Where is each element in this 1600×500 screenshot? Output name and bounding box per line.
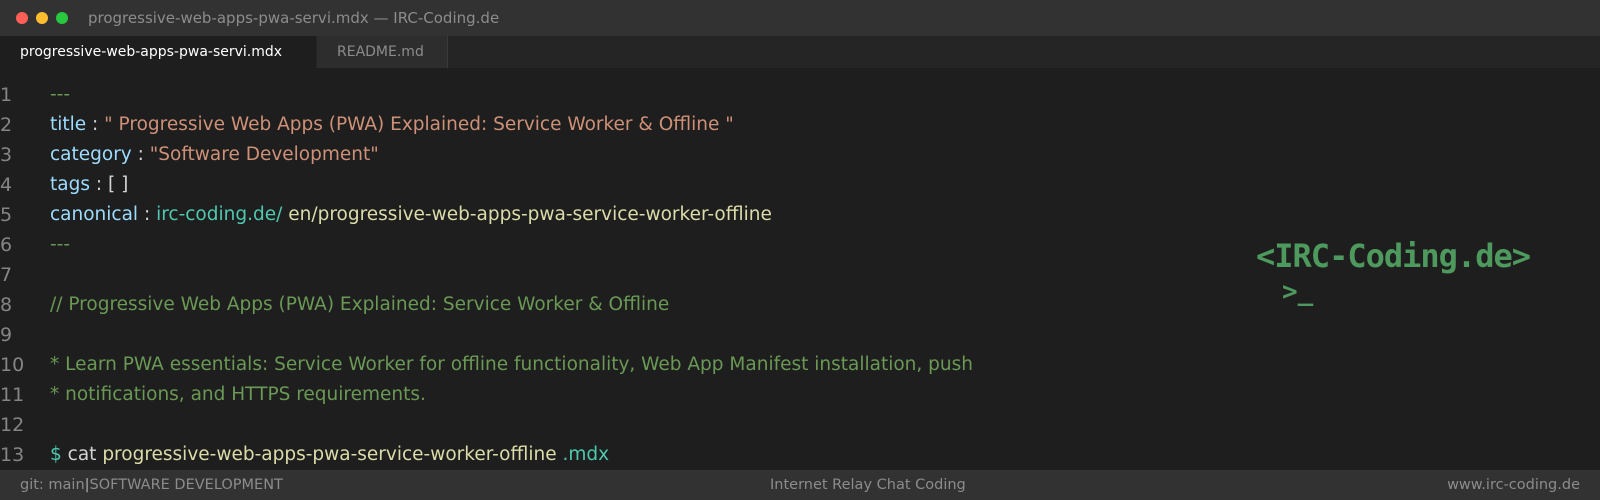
line-number: 9 <box>0 324 13 346</box>
code-comment: // Progressive Web Apps (PWA) Explained:… <box>50 294 670 315</box>
frontmatter-value: " Progressive Web Apps (PWA) Explained: … <box>104 114 734 135</box>
irc-coding-logo: <IRC-Coding.de> >_ <box>1256 236 1531 308</box>
frontmatter-key: canonical <box>50 204 139 225</box>
code-line-8: 8 // Progressive Web Apps (PWA) Explaine… <box>0 290 1200 320</box>
frontmatter-separator: : <box>89 174 108 195</box>
frontmatter-separator: : <box>131 144 150 165</box>
canonical-path: en/progressive-web-apps-pwa-service-work… <box>282 204 772 225</box>
code-line-13: 13 $ cat progressive-web-apps-pwa-servic… <box>0 440 1200 470</box>
code-line-2: 2 title : " Progressive Web Apps (PWA) E… <box>0 110 1200 140</box>
line-number: 6 <box>0 234 13 256</box>
code-line-9: 9 <box>0 320 1200 350</box>
canonical-domain: irc-coding.de/ <box>156 204 283 225</box>
title-bar: progressive-web-apps-pwa-servi.mdx — IRC… <box>0 0 1600 36</box>
code-line-7: 7 <box>0 260 1200 290</box>
line-number: 13 <box>0 444 25 466</box>
frontmatter-delimiter: --- <box>50 84 71 105</box>
line-number: 2 <box>0 114 13 136</box>
frontmatter-value: [ ] <box>107 174 129 195</box>
frontmatter-value: "Software Development" <box>149 144 379 165</box>
status-bar: git: main|SOFTWARE DEVELOPMENT Internet … <box>0 470 1600 500</box>
git-branch-status[interactable]: git: main <box>20 477 85 493</box>
line-number: 11 <box>0 384 25 406</box>
line-number: 4 <box>0 174 13 196</box>
status-center-label: Internet Relay Chat Coding <box>770 477 966 493</box>
tab-progressive-web-apps-mdx[interactable]: progressive-web-apps-pwa-servi.mdx <box>0 36 316 68</box>
code-line-12: 12 <box>0 410 1200 440</box>
line-number: 7 <box>0 264 13 286</box>
code-line-6: 6 --- <box>0 230 1200 260</box>
website-link[interactable]: www.irc-coding.de <box>1447 477 1580 493</box>
close-window-button[interactable] <box>16 12 28 24</box>
tab-bar: progressive-web-apps-pwa-servi.mdx READM… <box>0 36 1600 68</box>
line-number: 12 <box>0 414 25 436</box>
line-number: 3 <box>0 144 13 166</box>
frontmatter-key: category <box>50 144 132 165</box>
line-number: 5 <box>0 204 13 226</box>
category-status: SOFTWARE DEVELOPMENT <box>89 477 283 493</box>
frontmatter-separator: : <box>138 204 157 225</box>
zoom-window-button[interactable] <box>56 12 68 24</box>
code-comment: * Learn PWA essentials: Service Worker f… <box>50 354 973 375</box>
code-line-11: 11 * notifications, and HTTPS requiremen… <box>0 380 1200 410</box>
shell-file-extension: .mdx <box>556 444 610 465</box>
frontmatter-key: title <box>50 114 87 135</box>
frontmatter-key: tags <box>50 174 90 195</box>
terminal-cursor-icon: >_ <box>1282 277 1314 307</box>
code-line-10: 10 * Learn PWA essentials: Service Worke… <box>0 350 1200 380</box>
logo-text: <IRC-Coding.de> <box>1256 237 1531 275</box>
minimize-window-button[interactable] <box>36 12 48 24</box>
frontmatter-separator: : <box>86 114 105 135</box>
status-left: git: main|SOFTWARE DEVELOPMENT <box>20 477 283 493</box>
code-line-4: 4 tags : [ ] <box>0 170 1200 200</box>
tab-readme[interactable]: README.md <box>316 36 448 68</box>
shell-prompt: $ <box>50 444 62 465</box>
line-number: 8 <box>0 294 13 316</box>
shell-filename: progressive-web-apps-pwa-service-worker-… <box>96 444 557 465</box>
line-number: 1 <box>0 84 13 106</box>
code-comment: * notifications, and HTTPS requirements. <box>50 384 426 405</box>
code-line-1: 1 --- <box>0 80 1200 110</box>
code-line-3: 3 category : "Software Development" <box>0 140 1200 170</box>
code-line-5: 5 canonical : irc-coding.de/ en/progress… <box>0 200 1200 230</box>
editor-window: progressive-web-apps-pwa-servi.mdx — IRC… <box>0 0 1600 500</box>
frontmatter-delimiter: --- <box>50 234 71 255</box>
window-title: progressive-web-apps-pwa-servi.mdx — IRC… <box>88 9 500 27</box>
shell-command: cat <box>61 444 97 465</box>
line-number: 10 <box>0 354 25 376</box>
